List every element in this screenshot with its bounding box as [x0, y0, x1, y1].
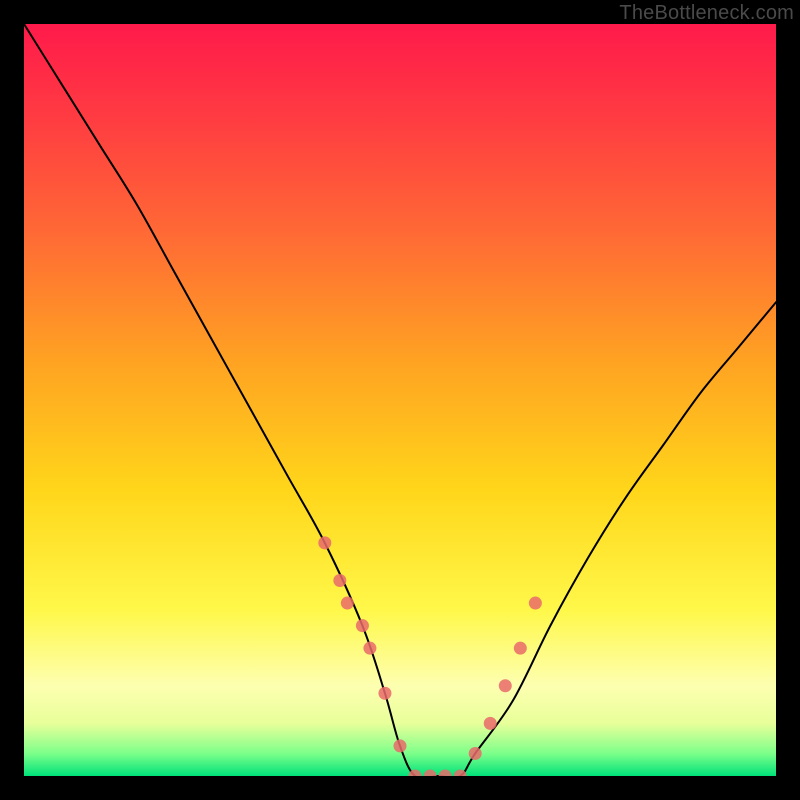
highlight-marker: [439, 770, 452, 777]
highlight-marker: [356, 619, 369, 632]
chart-svg: [24, 24, 776, 776]
watermark-text: TheBottleneck.com: [619, 2, 794, 25]
highlight-marker: [333, 574, 346, 587]
highlight-marker: [378, 687, 391, 700]
highlight-markers: [318, 536, 542, 776]
highlight-marker: [499, 679, 512, 692]
highlight-marker: [484, 717, 497, 730]
highlight-marker: [341, 597, 354, 610]
chart-frame: [24, 24, 776, 776]
highlight-marker: [318, 536, 331, 549]
highlight-marker: [394, 739, 407, 752]
highlight-marker: [469, 747, 482, 760]
highlight-marker: [424, 770, 437, 777]
bottleneck-curve-path: [24, 24, 776, 776]
highlight-marker: [529, 597, 542, 610]
highlight-marker: [514, 642, 527, 655]
highlight-marker: [363, 642, 376, 655]
